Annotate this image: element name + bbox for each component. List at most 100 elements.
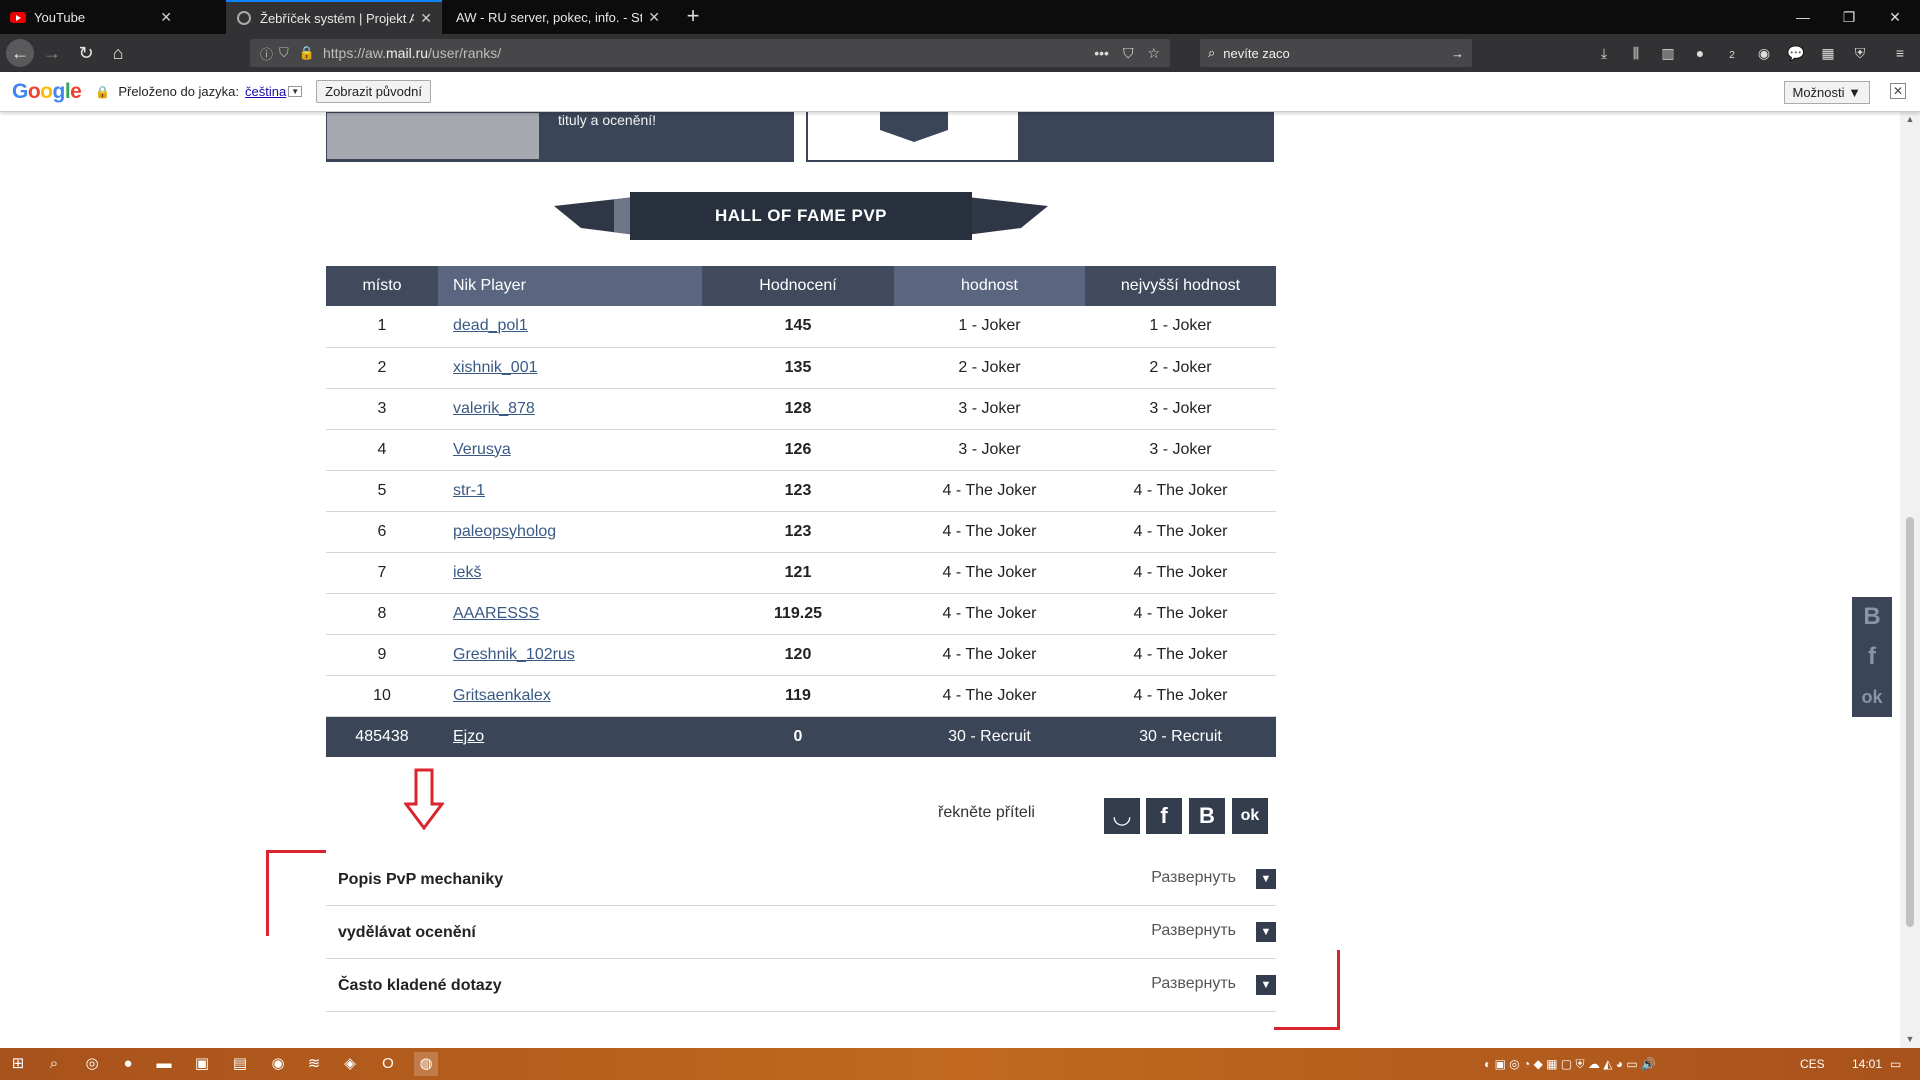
scrollbar-thumb[interactable]: [1906, 517, 1914, 927]
player-link[interactable]: AAARESSS: [453, 605, 539, 622]
close-icon[interactable]: ✕: [1890, 83, 1906, 99]
vk-icon[interactable]: B: [1852, 597, 1892, 637]
shield-icon[interactable]: ⛨: [1848, 42, 1872, 64]
column-header-rank[interactable]: hodnost: [894, 266, 1085, 306]
download-icon[interactable]: ⤓: [1592, 42, 1616, 64]
rank-cell: 3 - Joker: [894, 429, 1085, 471]
language-indicator[interactable]: CES: [1800, 1052, 1825, 1076]
chevron-down-icon[interactable]: ▼: [1256, 922, 1276, 942]
tab-youtube[interactable]: YouTube ✕: [0, 0, 182, 34]
close-window-button[interactable]: ✕: [1872, 0, 1918, 34]
options-button[interactable]: Možnosti ▼: [1783, 81, 1870, 104]
facebook-icon[interactable]: f: [1852, 637, 1892, 677]
app-icon[interactable]: ▣: [190, 1052, 214, 1076]
app-icon[interactable]: ●: [116, 1052, 140, 1076]
folder-icon[interactable]: ▬: [152, 1052, 176, 1076]
clock[interactable]: 14:01: [1852, 1052, 1882, 1076]
column-header-max-rank[interactable]: nejvyšší hodnost: [1085, 266, 1276, 306]
tab-aw-forum[interactable]: AW - RU server, pokec, info. - Strán ✕: [446, 0, 670, 34]
windows-start-icon[interactable]: ⊞: [6, 1052, 30, 1076]
new-tab-button[interactable]: +: [680, 4, 706, 30]
steam-icon[interactable]: ◎: [80, 1052, 104, 1076]
reload-button[interactable]: ↻: [72, 39, 100, 67]
notifications-icon[interactable]: ▭: [1890, 1052, 1901, 1076]
accordion-faq[interactable]: Často kladené dotazy Развернуть ▼: [326, 960, 1276, 1012]
search-input[interactable]: [1223, 45, 1451, 61]
pocket-icon[interactable]: ⛉: [1123, 45, 1134, 62]
sidebar-icon[interactable]: ▥: [1656, 42, 1680, 64]
close-icon[interactable]: ✕: [420, 10, 432, 27]
rewards-banner[interactable]: tituly a ocenění!: [326, 112, 794, 162]
url-path: /user/ranks/: [428, 45, 502, 61]
odnoklassniki-icon: ok: [1240, 807, 1260, 824]
chevron-down-icon[interactable]: ▼: [1256, 869, 1276, 889]
odnoklassniki-icon[interactable]: ok: [1852, 677, 1892, 717]
column-header-nick[interactable]: Nik Player: [438, 266, 702, 306]
chevron-down-icon[interactable]: ▼: [288, 86, 303, 97]
minimize-button[interactable]: —: [1780, 0, 1826, 34]
chat-icon[interactable]: 💬: [1784, 42, 1808, 64]
rank-banner[interactable]: [806, 112, 1274, 162]
facebook-share-button[interactable]: f: [1146, 798, 1182, 834]
accordion-earn-rewards[interactable]: vydělávat ocenění Развернуть ▼: [326, 907, 1276, 959]
player-link[interactable]: Ejzo: [453, 728, 484, 745]
accordion-pvp-mechanics[interactable]: Popis PvP mechaniky Развернуть ▼: [326, 854, 1276, 906]
menu-icon[interactable]: ≡: [1888, 42, 1912, 64]
player-link[interactable]: xishnik_001: [453, 359, 538, 376]
home-button[interactable]: ⌂: [104, 39, 132, 67]
page-scrollbar[interactable]: ▲ ▼: [1900, 112, 1920, 1048]
opera-icon[interactable]: O: [376, 1052, 400, 1076]
extension-icon[interactable]: ▦: [1816, 42, 1840, 64]
app-icon[interactable]: ◈: [338, 1052, 362, 1076]
vk-share-button[interactable]: B: [1189, 798, 1225, 834]
odnoklassniki-share-button[interactable]: ok: [1232, 798, 1268, 834]
firefox-icon[interactable]: ◍: [414, 1052, 438, 1076]
store-icon[interactable]: ▤: [228, 1052, 252, 1076]
expand-link[interactable]: Развернуть: [1151, 975, 1236, 993]
score-cell: 121: [702, 552, 894, 594]
tracking-shield-icon[interactable]: ⛉: [279, 45, 289, 61]
extension-icon[interactable]: ◉: [1752, 42, 1776, 64]
url-bar[interactable]: ⓘ ⛉ 🔒 https://aw. mail.ru/user/ranks/ •••…: [250, 39, 1170, 67]
system-tray-icons[interactable]: ◐ ▣ ◎ ◔ ◆ ▦ ▢ ⛨ ☁ ◭ ◕ ▭ 🔊: [1484, 1052, 1656, 1076]
scroll-down-icon[interactable]: ▼: [1904, 1034, 1916, 1044]
scroll-up-icon[interactable]: ▲: [1904, 114, 1916, 124]
restore-button[interactable]: ❐: [1826, 0, 1872, 34]
close-icon[interactable]: ✕: [648, 9, 660, 26]
tab-ranks[interactable]: Žebříček systém | Projekt Arma ✕: [226, 0, 442, 34]
expand-link[interactable]: Развернуть: [1151, 922, 1236, 940]
player-link[interactable]: dead_pol1: [453, 317, 528, 334]
extension-badge-icon[interactable]: 2: [1720, 42, 1744, 64]
column-header-place[interactable]: místo: [326, 266, 438, 306]
back-button[interactable]: ←: [6, 39, 34, 67]
info-icon[interactable]: ⓘ: [260, 44, 273, 63]
smile-share-button[interactable]: ◡: [1104, 798, 1140, 834]
player-link[interactable]: paleopsyholog: [453, 523, 556, 540]
page-actions-icon[interactable]: •••: [1094, 45, 1109, 61]
player-link[interactable]: Greshnik_102rus: [453, 646, 575, 663]
show-original-button[interactable]: Zobrazit původní: [316, 80, 431, 103]
app-icon[interactable]: ≋: [302, 1052, 326, 1076]
player-link[interactable]: valerik_878: [453, 400, 535, 417]
player-link[interactable]: iekš: [453, 564, 481, 581]
search-icon[interactable]: ⌕: [42, 1052, 66, 1076]
player-link[interactable]: Gritsaenkalex: [453, 687, 551, 704]
search-go-icon[interactable]: →: [1451, 46, 1464, 61]
column-header-score[interactable]: Hodnocení: [702, 266, 894, 306]
chevron-down-icon[interactable]: ▼: [1256, 975, 1276, 995]
extension-icon[interactable]: ●: [1688, 42, 1712, 64]
nick-cell: valerik_878: [438, 388, 702, 430]
chrome-icon[interactable]: ◉: [266, 1052, 290, 1076]
smile-icon: ◡: [1113, 803, 1131, 828]
search-bar[interactable]: ⌕ →: [1200, 39, 1472, 67]
language-select[interactable]: čeština: [245, 84, 286, 99]
close-icon[interactable]: ✕: [160, 9, 172, 26]
bookmark-star-icon[interactable]: ☆: [1147, 45, 1160, 62]
forward-button[interactable]: →: [38, 39, 66, 67]
expand-link[interactable]: Развернуть: [1151, 869, 1236, 887]
player-link[interactable]: Verusya: [453, 441, 511, 458]
library-icon[interactable]: ⫼: [1624, 42, 1648, 64]
rank-shield-icon: [880, 112, 948, 142]
player-link[interactable]: str-1: [453, 482, 485, 499]
max-rank-cell: 3 - Joker: [1085, 388, 1276, 430]
